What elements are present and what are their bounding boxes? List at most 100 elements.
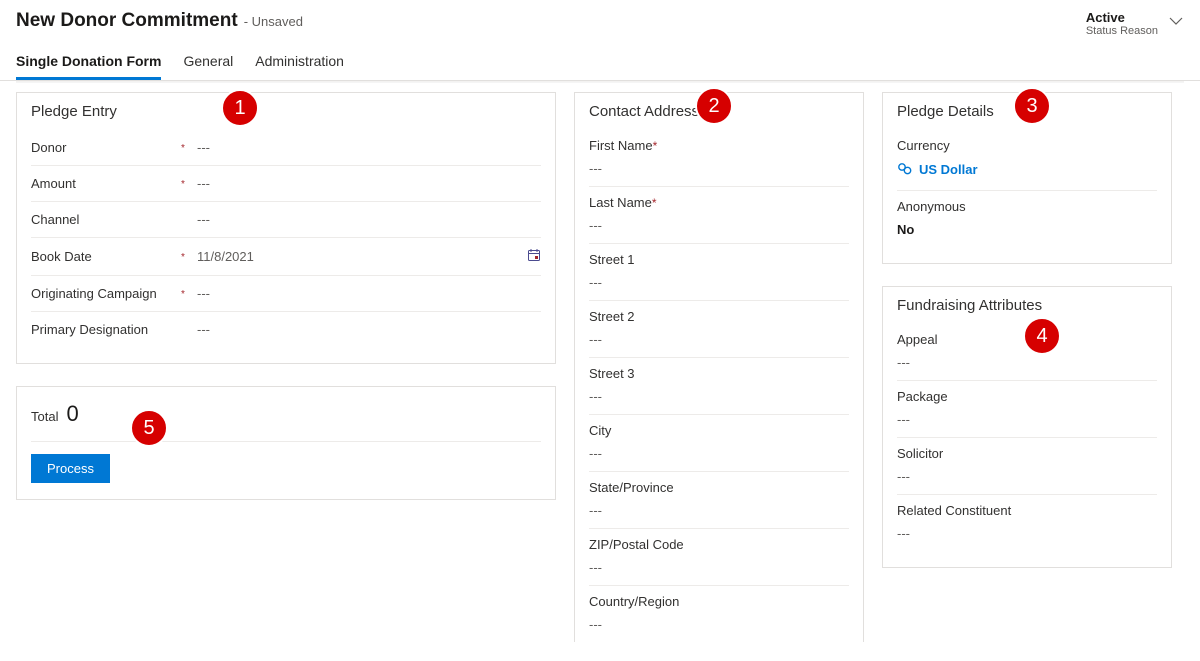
field-value: --- bbox=[197, 140, 541, 155]
total-value: 0 bbox=[66, 401, 78, 427]
field-value: --- bbox=[589, 275, 849, 290]
content: 1 Pledge Entry Donor * --- Amount * --- … bbox=[0, 82, 1200, 652]
field-anonymous[interactable]: Anonymous No bbox=[897, 191, 1157, 247]
field-label: Currency bbox=[897, 138, 1157, 153]
field-solicitor[interactable]: Solicitor --- bbox=[897, 438, 1157, 495]
column-2: 2 Contact Address First Name* --- Last N… bbox=[574, 92, 864, 642]
status-value: Active bbox=[1086, 10, 1158, 25]
field-state[interactable]: State/Province --- bbox=[589, 472, 849, 529]
field-label: Street 2 bbox=[589, 309, 849, 324]
field-label: Last Name* bbox=[589, 195, 849, 210]
field-value: --- bbox=[197, 286, 541, 301]
panel-pledge-entry: 1 Pledge Entry Donor * --- Amount * --- … bbox=[16, 92, 556, 364]
field-value: --- bbox=[589, 560, 849, 575]
status-box[interactable]: Active Status Reason bbox=[1086, 10, 1158, 37]
field-label: Originating Campaign bbox=[31, 286, 181, 301]
field-value: --- bbox=[589, 503, 849, 518]
currency-value: US Dollar bbox=[919, 162, 978, 177]
currency-chip[interactable]: US Dollar bbox=[897, 161, 978, 177]
field-label: Primary Designation bbox=[31, 322, 181, 337]
field-package[interactable]: Package --- bbox=[897, 381, 1157, 438]
field-value: --- bbox=[197, 212, 541, 227]
panel-pledge-details: 3 Pledge Details Currency US Dollar Anon… bbox=[882, 92, 1172, 264]
status-label: Status Reason bbox=[1086, 25, 1158, 37]
field-value: --- bbox=[897, 412, 1157, 427]
tabs: Single Donation Form General Administrat… bbox=[0, 43, 1200, 81]
column-3: 3 Pledge Details Currency US Dollar Anon… bbox=[882, 92, 1172, 568]
field-label: State/Province bbox=[589, 480, 849, 495]
field-value: --- bbox=[897, 469, 1157, 484]
field-value: --- bbox=[589, 161, 849, 176]
calendar-icon[interactable] bbox=[527, 248, 541, 265]
field-label: Related Constituent bbox=[897, 503, 1157, 518]
field-street3[interactable]: Street 3 --- bbox=[589, 358, 849, 415]
field-value: --- bbox=[197, 176, 541, 191]
field-value: --- bbox=[589, 617, 849, 632]
tab-single-donation-form[interactable]: Single Donation Form bbox=[16, 47, 161, 80]
field-first-name[interactable]: First Name* --- bbox=[589, 130, 849, 187]
annotation-badge-5: 5 bbox=[130, 409, 168, 447]
field-related-constituent[interactable]: Related Constituent --- bbox=[897, 495, 1157, 551]
field-label: Amount bbox=[31, 176, 181, 191]
field-label: City bbox=[589, 423, 849, 438]
required-mark: * bbox=[181, 287, 197, 300]
field-value: --- bbox=[589, 218, 849, 233]
field-label: Solicitor bbox=[897, 446, 1157, 461]
field-value: --- bbox=[589, 389, 849, 404]
field-primary-designation[interactable]: Primary Designation --- bbox=[31, 312, 541, 347]
required-spacer bbox=[181, 328, 197, 331]
field-channel[interactable]: Channel --- bbox=[31, 202, 541, 238]
annotation-badge-2: 2 bbox=[695, 87, 733, 125]
tab-general[interactable]: General bbox=[183, 47, 233, 80]
field-street1[interactable]: Street 1 --- bbox=[589, 244, 849, 301]
annotation-badge-1: 1 bbox=[221, 89, 259, 127]
total-label: Total bbox=[31, 409, 58, 424]
field-last-name[interactable]: Last Name* --- bbox=[589, 187, 849, 244]
field-label: Street 3 bbox=[589, 366, 849, 381]
field-donor[interactable]: Donor * --- bbox=[31, 130, 541, 166]
field-label: Anonymous bbox=[897, 199, 1157, 214]
header-left: New Donor Commitment - Unsaved bbox=[16, 10, 303, 32]
field-city[interactable]: City --- bbox=[589, 415, 849, 472]
process-button[interactable]: Process bbox=[31, 454, 110, 483]
field-label: ZIP/Postal Code bbox=[589, 537, 849, 552]
field-value: --- bbox=[589, 332, 849, 347]
field-book-date[interactable]: Book Date * 11/8/2021 bbox=[31, 238, 541, 276]
page-title: New Donor Commitment bbox=[16, 10, 238, 32]
field-label: Channel bbox=[31, 212, 181, 227]
field-label: Book Date bbox=[31, 249, 181, 264]
required-spacer bbox=[181, 218, 197, 221]
annotation-badge-3: 3 bbox=[1013, 87, 1051, 125]
required-mark: * bbox=[181, 250, 197, 263]
page-subtitle: - Unsaved bbox=[244, 14, 303, 29]
field-amount[interactable]: Amount * --- bbox=[31, 166, 541, 202]
field-value: No bbox=[897, 222, 1157, 237]
panel-title: Fundraising Attributes bbox=[897, 297, 1157, 314]
field-label: Country/Region bbox=[589, 594, 849, 609]
tab-administration[interactable]: Administration bbox=[255, 47, 344, 80]
field-street2[interactable]: Street 2 --- bbox=[589, 301, 849, 358]
field-value: 11/8/2021 bbox=[197, 248, 541, 265]
date-value: 11/8/2021 bbox=[197, 249, 254, 264]
field-zip[interactable]: ZIP/Postal Code --- bbox=[589, 529, 849, 586]
panel-title: Pledge Entry bbox=[31, 103, 541, 120]
annotation-badge-4: 4 bbox=[1023, 317, 1061, 355]
currency-icon bbox=[897, 161, 913, 177]
panel-contact-address: 2 Contact Address First Name* --- Last N… bbox=[574, 92, 864, 642]
field-label: First Name* bbox=[589, 138, 849, 153]
field-originating-campaign[interactable]: Originating Campaign * --- bbox=[31, 276, 541, 312]
chevron-down-icon[interactable] bbox=[1168, 13, 1184, 34]
field-label: Package bbox=[897, 389, 1157, 404]
required-mark: * bbox=[181, 141, 197, 154]
field-value: --- bbox=[897, 526, 1157, 541]
field-currency[interactable]: Currency US Dollar bbox=[897, 130, 1157, 191]
panel-total: 5 Total 0 Process bbox=[16, 386, 556, 500]
field-value: --- bbox=[197, 322, 541, 337]
total-row: Total 0 bbox=[31, 397, 541, 441]
required-mark: * bbox=[181, 177, 197, 190]
field-country[interactable]: Country/Region --- bbox=[589, 586, 849, 642]
column-1: 1 Pledge Entry Donor * --- Amount * --- … bbox=[16, 92, 556, 500]
panel-fundraising-attributes: 4 Fundraising Attributes Appeal --- Pack… bbox=[882, 286, 1172, 568]
field-label: Street 1 bbox=[589, 252, 849, 267]
field-value: --- bbox=[589, 446, 849, 461]
